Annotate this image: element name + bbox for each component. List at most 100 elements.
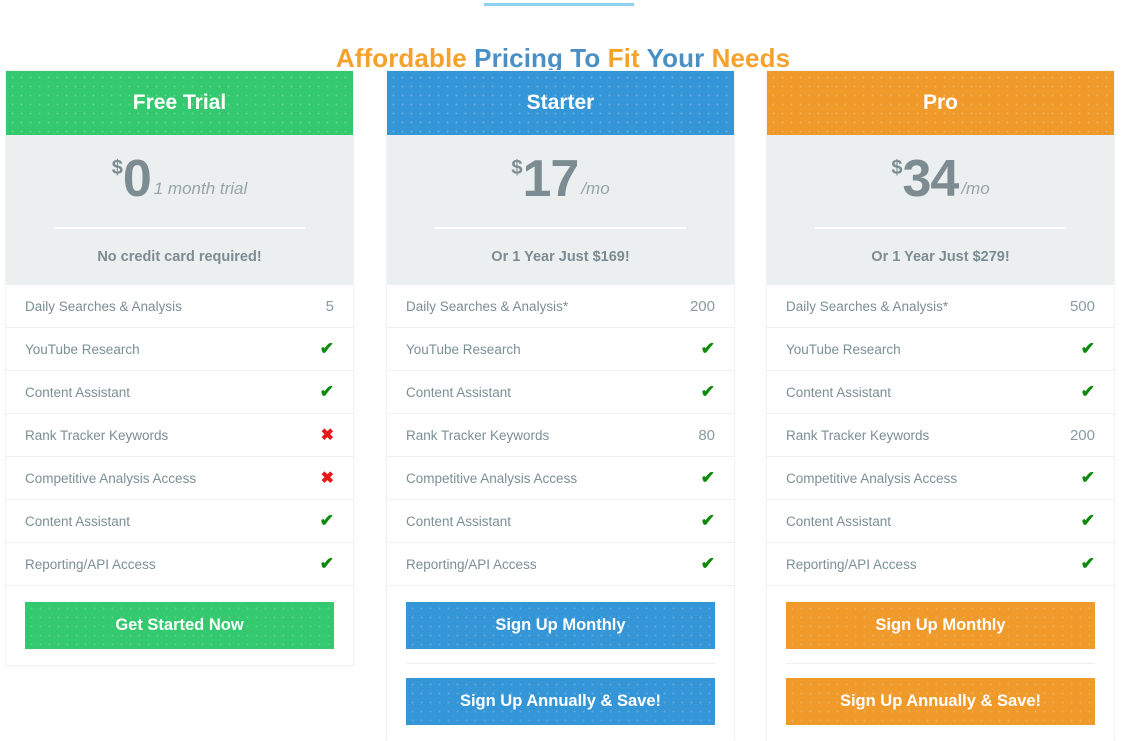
cta-area-starter: Sign Up Monthly Sign Up Annually & Save! — [387, 590, 734, 725]
feature-label: Daily Searches & Analysis — [25, 298, 182, 314]
page-title-word-3: Fit — [607, 43, 647, 74]
price-free-trial: $0 1 month trial — [6, 153, 353, 205]
price-period: 1 month trial — [153, 179, 248, 198]
page-title-word-1: Affordable — [335, 43, 475, 74]
table-row: YouTube Research ✔ — [6, 328, 353, 371]
feature-value: 200 — [689, 297, 715, 315]
table-row: Rank Tracker Keywords 80 — [387, 414, 734, 457]
check-icon: ✔ — [700, 382, 715, 401]
feature-label: Competitive Analysis Access — [406, 470, 578, 486]
check-icon: ✔ — [700, 511, 715, 530]
price-amount: 0 — [122, 150, 152, 208]
feature-list-starter: Daily Searches & Analysis* 200 YouTube R… — [387, 285, 734, 590]
pricing-card-free-trial: Free Trial $0 1 month trial No credit car… — [6, 71, 353, 665]
check-icon: ✔ — [319, 339, 334, 358]
feature-label: Reporting/API Access — [786, 556, 917, 572]
price-pro: $34/mo — [767, 153, 1114, 205]
price-period: /mo — [581, 179, 610, 198]
pricing-card-starter: Starter $17/mo Or 1 Year Just $169! Dail… — [387, 71, 734, 741]
check-icon: ✔ — [1080, 339, 1095, 358]
check-icon: ✔ — [319, 511, 334, 530]
price-band-pro: $34/mo Or 1 Year Just $279! — [767, 135, 1114, 285]
price-period: /mo — [961, 179, 990, 198]
page-title-word-4: Your — [646, 43, 712, 74]
feature-label: Content Assistant — [406, 384, 512, 400]
plan-name-free-trial: Free Trial — [6, 71, 353, 135]
feature-label: YouTube Research — [786, 341, 901, 357]
table-row: Reporting/API Access ✔ — [387, 543, 734, 586]
price-note: No credit card required! — [97, 249, 262, 265]
get-started-now-button[interactable]: Get Started Now — [25, 602, 334, 649]
table-row: Content Assistant ✔ — [6, 500, 353, 543]
cta-divider — [406, 663, 715, 664]
feature-label: Daily Searches & Analysis* — [786, 298, 949, 314]
plan-name-starter: Starter — [387, 71, 734, 135]
check-icon: ✔ — [700, 339, 715, 358]
table-row: YouTube Research ✔ — [387, 328, 734, 371]
plan-name-pro: Pro — [767, 71, 1114, 135]
table-row: Reporting/API Access ✔ — [6, 543, 353, 586]
sign-up-annually-button[interactable]: Sign Up Annually & Save! — [406, 678, 715, 725]
feature-label: YouTube Research — [406, 341, 521, 357]
feature-label: Competitive Analysis Access — [786, 470, 958, 486]
feature-value: 200 — [1069, 426, 1095, 444]
page-title: Affordable Pricing To Fit Your Needs — [0, 43, 1126, 74]
currency-symbol: $ — [511, 157, 523, 179]
cta-divider — [786, 663, 1095, 664]
price-note: Or 1 Year Just $279! — [871, 249, 1010, 265]
price-divider — [54, 227, 305, 229]
check-icon: ✔ — [1080, 511, 1095, 530]
check-icon: ✔ — [1080, 382, 1095, 401]
table-row: Content Assistant ✔ — [387, 371, 734, 414]
feature-label: Daily Searches & Analysis* — [406, 298, 569, 314]
price-note: Or 1 Year Just $169! — [491, 249, 630, 265]
table-row: YouTube Research ✔ — [767, 328, 1114, 371]
currency-symbol: $ — [111, 157, 123, 179]
check-icon: ✔ — [319, 382, 334, 401]
feature-list-pro: Daily Searches & Analysis* 500 YouTube R… — [767, 285, 1114, 590]
table-row: Rank Tracker Keywords 200 — [767, 414, 1114, 457]
price-divider — [815, 227, 1066, 229]
pricing-card-pro: Pro $34/mo Or 1 Year Just $279! Daily Se… — [767, 71, 1114, 741]
table-row: Competitive Analysis Access ✖ — [6, 457, 353, 500]
feature-label: Rank Tracker Keywords — [406, 427, 550, 443]
feature-label: Content Assistant — [25, 513, 131, 529]
table-row: Content Assistant ✔ — [767, 371, 1114, 414]
cta-area-free-trial: Get Started Now — [6, 590, 353, 649]
table-row: Daily Searches & Analysis* 200 — [387, 285, 734, 328]
check-icon: ✔ — [700, 554, 715, 573]
feature-value: 5 — [325, 297, 334, 315]
feature-label: Reporting/API Access — [406, 556, 537, 572]
table-row: Competitive Analysis Access ✔ — [387, 457, 734, 500]
feature-label: Content Assistant — [406, 513, 512, 529]
table-row: Content Assistant ✔ — [6, 371, 353, 414]
sign-up-annually-button[interactable]: Sign Up Annually & Save! — [786, 678, 1095, 725]
feature-label: Competitive Analysis Access — [25, 470, 197, 486]
page-title-word-2: Pricing To — [474, 43, 608, 74]
pricing-page: Affordable Pricing To Fit Your Needs Fre… — [0, 0, 1126, 741]
table-row: Daily Searches & Analysis 5 — [6, 285, 353, 328]
table-row: Rank Tracker Keywords ✖ — [6, 414, 353, 457]
sign-up-monthly-button[interactable]: Sign Up Monthly — [786, 602, 1095, 649]
price-amount: 34 — [902, 150, 959, 208]
table-row: Reporting/API Access ✔ — [767, 543, 1114, 586]
cross-icon: ✖ — [320, 427, 334, 444]
title-divider — [484, 3, 634, 6]
feature-label: Reporting/API Access — [25, 556, 156, 572]
feature-value: 80 — [698, 426, 715, 444]
price-divider — [435, 227, 686, 229]
table-row: Competitive Analysis Access ✔ — [767, 457, 1114, 500]
sign-up-monthly-button[interactable]: Sign Up Monthly — [406, 602, 715, 649]
price-amount: 17 — [522, 150, 579, 208]
price-band-free-trial: $0 1 month trial No credit card required! — [6, 135, 353, 285]
table-row: Content Assistant ✔ — [387, 500, 734, 543]
cta-area-pro: Sign Up Monthly Sign Up Annually & Save! — [767, 590, 1114, 725]
feature-value: 500 — [1069, 297, 1095, 315]
feature-label: Content Assistant — [786, 384, 892, 400]
check-icon: ✔ — [1080, 468, 1095, 487]
feature-label: YouTube Research — [25, 341, 140, 357]
feature-label: Content Assistant — [786, 513, 892, 529]
price-starter: $17/mo — [387, 153, 734, 205]
table-row: Content Assistant ✔ — [767, 500, 1114, 543]
check-icon: ✔ — [319, 554, 334, 573]
